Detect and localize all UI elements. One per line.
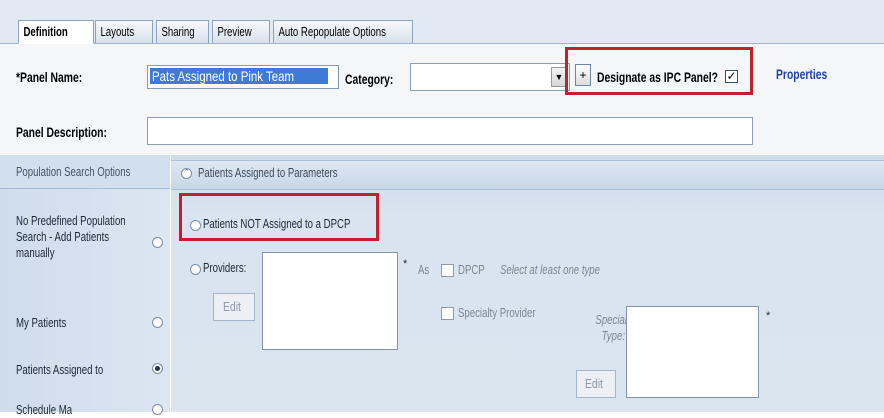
specialty-type-listbox[interactable]: [626, 306, 759, 398]
panel-name-label: *Panel Name:: [16, 69, 83, 85]
nav-radio-no-predefined[interactable]: [152, 237, 163, 248]
specialty-provider-label: Specialty Provider: [458, 305, 536, 320]
tab-sharing[interactable]: Sharing: [156, 20, 209, 43]
highlight-not-assigned-box: [179, 193, 379, 241]
tab-label: Layouts: [100, 24, 135, 39]
properties-link[interactable]: Properties: [776, 65, 845, 83]
panel-name-input[interactable]: Pats Assigned to Pink Team: [147, 65, 339, 89]
tab-label: Sharing: [161, 24, 195, 39]
specialty-type-label: Specialty Type:: [595, 312, 635, 343]
providers-listbox[interactable]: [262, 252, 398, 350]
tab-layouts[interactable]: Layouts: [95, 20, 153, 43]
nav-item-my-patients-label: My Patients: [16, 315, 67, 330]
category-select[interactable]: ▼: [410, 63, 570, 91]
providers-label: Providers:: [203, 260, 247, 275]
tab-auto-repopulate-options[interactable]: Auto Repopulate Options: [273, 20, 413, 43]
nav-item-schedule-label: Schedule Ma: [16, 402, 73, 417]
nav-item-patients-assigned-label: Patients Assigned to: [16, 362, 104, 377]
specialty-required-marker: *: [766, 310, 771, 322]
tab-label: Preview: [217, 24, 252, 39]
nav-radio-my-patients[interactable]: [152, 317, 163, 328]
dpcp-label: DPCP: [458, 262, 485, 277]
providers-edit-button[interactable]: Edit: [213, 293, 255, 321]
nav-header-label: Population Search Options: [16, 164, 131, 179]
as-label: As: [418, 262, 430, 277]
tab-label: Auto Repopulate Options: [278, 24, 386, 39]
providers-required-marker: *: [403, 258, 408, 270]
nav-radio-schedule[interactable]: [152, 404, 163, 415]
select-type-hint: Select at least one type: [500, 262, 601, 277]
category-label: Category:: [345, 71, 394, 87]
tab-definition[interactable]: Definition: [18, 20, 94, 44]
providers-radio[interactable]: [190, 264, 201, 275]
section-title: Patients Assigned to Parameters: [198, 165, 338, 180]
dpcp-checkbox[interactable]: [441, 264, 454, 277]
panel-name-value: Pats Assigned to Pink Team: [152, 68, 295, 84]
tab-preview[interactable]: Preview: [212, 20, 270, 43]
tab-label: Definition: [23, 24, 68, 39]
panel-description-input[interactable]: [147, 117, 753, 145]
panel-description-label: Panel Description:: [16, 124, 107, 140]
nav-radio-patients-assigned[interactable]: [152, 363, 163, 374]
collapse-section-icon[interactable]: ⌃: [181, 168, 192, 179]
highlight-ipc-box: [565, 47, 753, 95]
specialty-edit-button[interactable]: Edit: [576, 370, 616, 398]
specialty-provider-checkbox[interactable]: [441, 307, 454, 320]
